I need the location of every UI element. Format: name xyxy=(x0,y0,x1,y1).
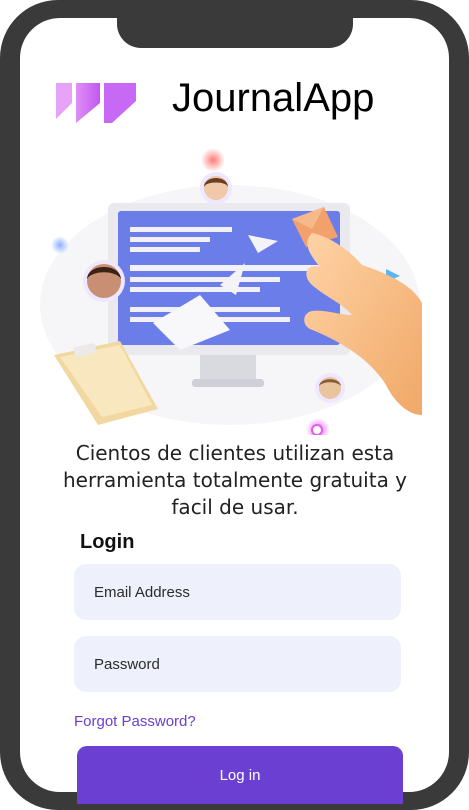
avatar-icon xyxy=(315,373,345,403)
phone-notch xyxy=(117,18,353,48)
login-button[interactable]: Log in xyxy=(77,746,403,804)
login-heading: Login xyxy=(80,531,135,553)
journalapp-logo-icon xyxy=(56,83,136,123)
email-field[interactable] xyxy=(74,564,401,620)
tagline-text: Cientos de clientes utilizan esta herram… xyxy=(62,441,408,519)
password-field[interactable] xyxy=(74,636,401,692)
forgot-password-link[interactable]: Forgot Password? xyxy=(74,713,196,731)
avatar-icon xyxy=(200,172,232,204)
app-title: JournalApp xyxy=(172,76,375,120)
avatar-icon xyxy=(83,260,125,302)
hero-illustration xyxy=(40,148,422,435)
